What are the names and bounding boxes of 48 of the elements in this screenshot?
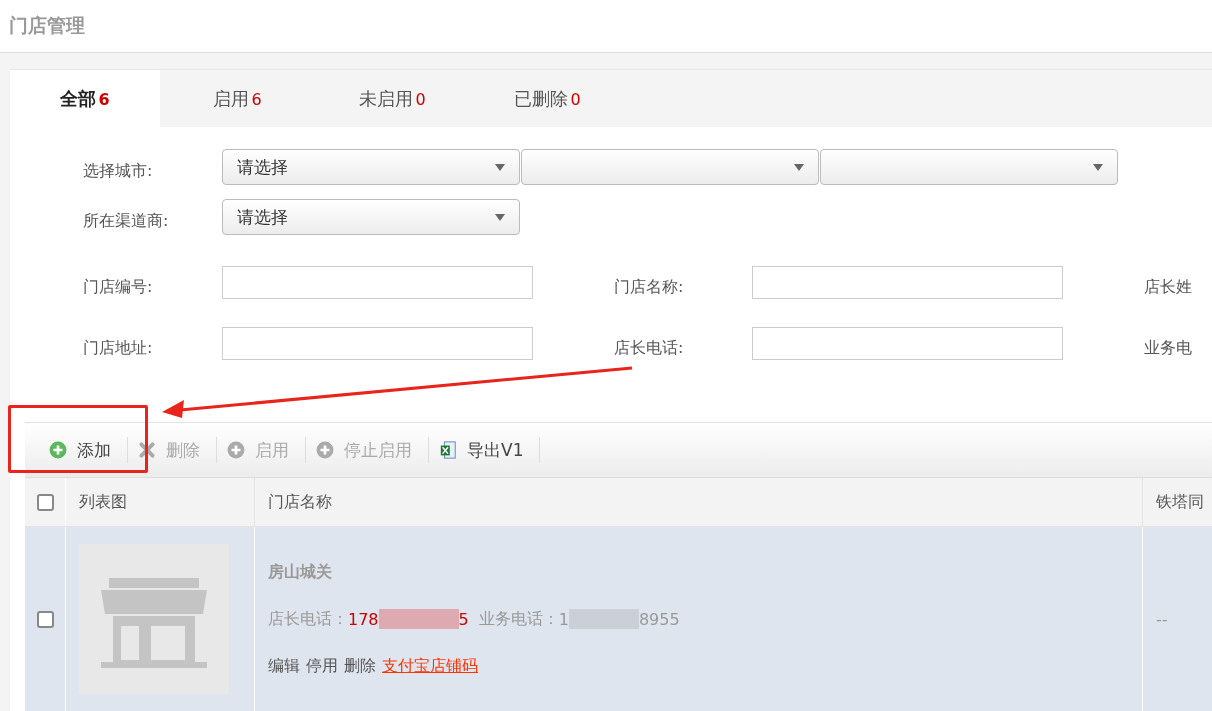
plus-circle-icon <box>316 441 334 459</box>
plus-circle-icon <box>227 441 245 459</box>
dropdown[interactable] <box>820 149 1118 185</box>
action-link[interactable]: 编辑 <box>268 655 300 677</box>
field-label: 店长姓 <box>1144 276 1192 298</box>
action-link[interactable]: 停用 <box>306 655 338 677</box>
caret-icon <box>495 213 505 221</box>
table-cell: -- <box>1156 609 1168 629</box>
column-header: 铁塔同 <box>1156 491 1204 513</box>
dropdown[interactable]: 请选择 <box>222 149 520 185</box>
column-header: 列表图 <box>79 491 127 513</box>
caret-icon <box>495 163 505 171</box>
phone-label: 业务电话： <box>478 608 559 630</box>
action-link[interactable]: 删除 <box>344 655 376 677</box>
checkbox[interactable] <box>36 493 54 511</box>
phone-number: 1 <box>558 609 569 629</box>
input-field[interactable] <box>752 266 1063 299</box>
phone-number: 178 <box>348 609 379 629</box>
phone-number: 5 <box>458 609 469 629</box>
field-label: 门店编号: <box>83 276 153 298</box>
store-name: 房山城关 <box>268 561 332 583</box>
toolbar-button[interactable]: 导出V1 <box>429 437 541 463</box>
filter-label: 选择城市: <box>83 159 154 182</box>
caret-icon <box>1093 163 1103 171</box>
filter-tab[interactable]: 已删除 0 <box>470 70 625 127</box>
plus-circle-icon <box>49 441 67 459</box>
toolbar-button[interactable]: 添加 <box>39 437 128 463</box>
field-label: 门店地址: <box>83 337 153 359</box>
field-label: 业务电 <box>1144 337 1192 359</box>
phone-label: 店长电话： <box>268 608 348 630</box>
input-field[interactable] <box>752 327 1063 360</box>
input-field[interactable] <box>222 327 533 360</box>
dropdown[interactable] <box>521 149 819 185</box>
field-label: 店长电话: <box>614 337 684 359</box>
caret-icon <box>794 163 804 171</box>
filter-label: 所在渠道商: <box>83 209 170 232</box>
cross-icon <box>138 441 156 459</box>
filter-tab[interactable]: 全部6 <box>10 70 160 127</box>
filter-tab[interactable]: 启用 6 <box>160 70 315 127</box>
filter-tab[interactable]: 未启用 0 <box>315 70 470 127</box>
spreadsheet-icon <box>439 441 457 459</box>
field-label: 门店名称: <box>614 276 684 298</box>
page-title: 门店管理 <box>9 13 85 38</box>
dropdown[interactable]: 请选择 <box>222 199 520 235</box>
column-header: 门店名称 <box>268 491 332 513</box>
input-field[interactable] <box>222 266 533 299</box>
phone-number: 8955 <box>638 609 680 629</box>
checkbox[interactable] <box>36 610 54 628</box>
